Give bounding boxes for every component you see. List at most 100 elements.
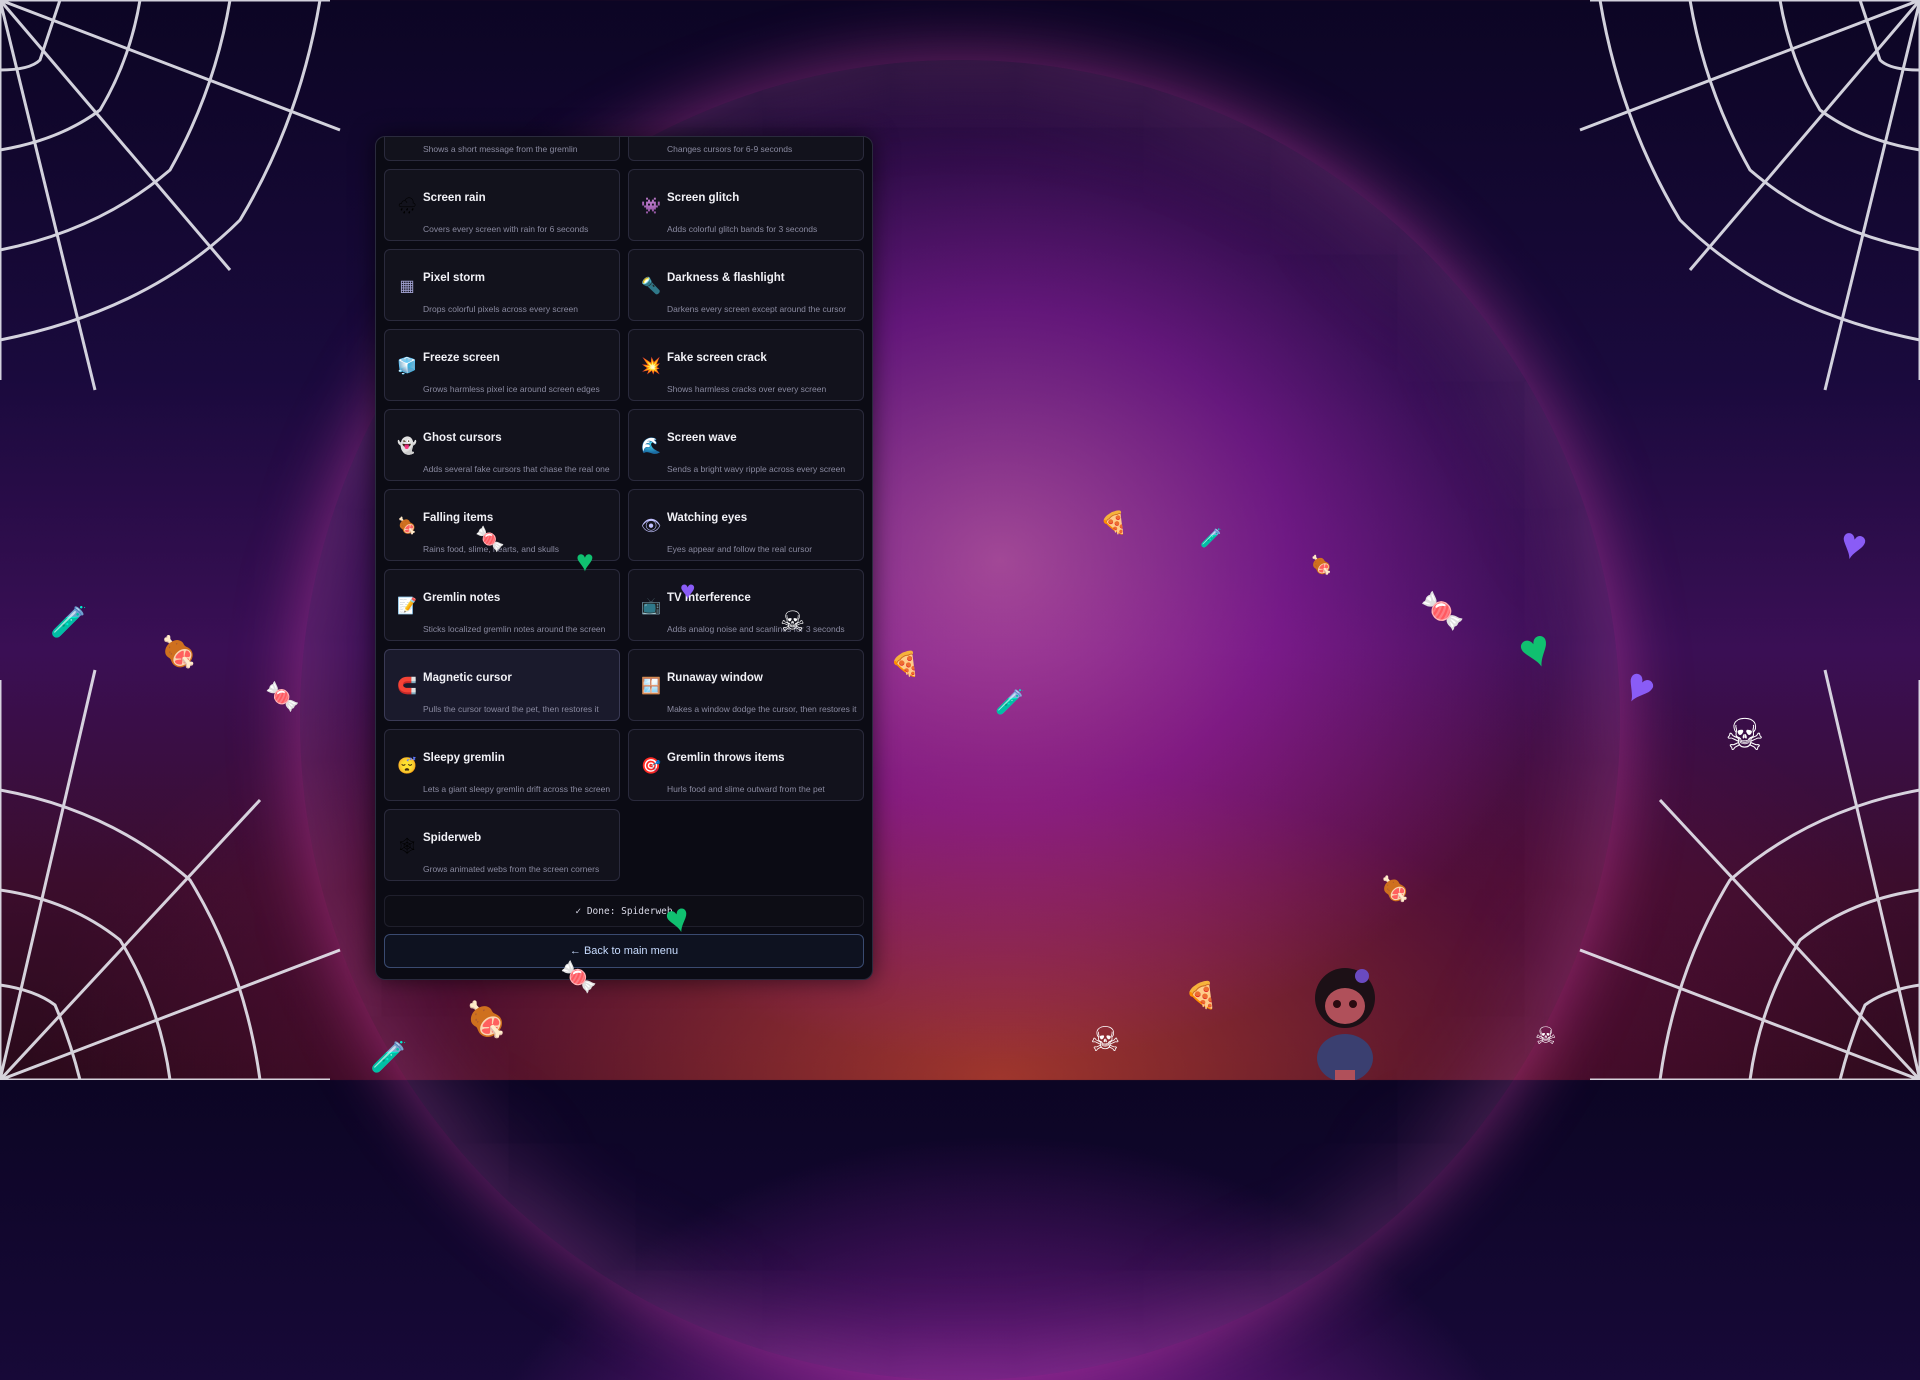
effect-title: TV interference [667,592,751,604]
effect-card-fake-screen-crack[interactable]: 💥 Fake screen crack Shows harmless crack… [628,329,864,401]
test-tube-icon: 🧪 [995,689,1025,716]
ghost-cursor-icon: 👻 [397,438,417,455]
eye-icon: 👁 [640,518,662,535]
magnet-icon: 🧲 [397,678,417,695]
effect-card-message[interactable]: Shows a short message from the gremlin [384,137,620,161]
gremlin-pet-avatar[interactable] [1300,940,1390,1080]
flashlight-icon: 🔦 [641,278,661,295]
effect-desc: Makes a window dodge the cursor, then re… [667,704,857,714]
effect-desc: Changes cursors for 6-9 seconds [667,144,793,154]
skull-icon: ☠ [1725,711,1765,760]
heart-icon: ♥ [1511,617,1560,683]
effect-desc: Drops colorful pixels across every scree… [423,304,578,314]
effect-title: Screen glitch [667,192,740,204]
effect-card-freeze-screen[interactable]: 🧊 Freeze screen Grows harmless pixel ice… [384,329,620,401]
effect-card-watching-eyes[interactable]: 👁 Watching eyes Eyes appear and follow t… [628,489,864,561]
effect-title: Pixel storm [423,272,485,284]
spiderweb-top-right [1579,0,1920,391]
spiderweb-bottom-left [0,669,341,1080]
effect-title: Screen wave [667,432,737,444]
effect-card-darkness-flashlight[interactable]: 🔦 Darkness & flashlight Darkens every sc… [628,249,864,321]
effect-title: Gremlin throws items [667,752,785,764]
sleepy-face-icon: 😴 [397,758,417,775]
effect-desc: Sticks localized gremlin notes around th… [423,624,606,634]
candy-icon: 🍬 [1420,590,1465,631]
effect-desc: Darkens every screen except around the c… [667,304,847,314]
effect-desc: Eyes appear and follow the real cursor [667,544,813,554]
effect-desc: Adds several fake cursors that chase the… [423,464,610,474]
status-message: ✓ Done: Spiderweb [384,895,864,927]
effect-card-screen-glitch[interactable]: 👾 Screen glitch Adds colorful glitch ban… [628,169,864,241]
effect-desc: Pulls the cursor toward the pet, then re… [423,704,599,714]
test-tube-icon: 🧪 [50,606,88,639]
skull-icon: ☠ [1090,1021,1121,1059]
effect-title: Darkness & flashlight [667,272,785,284]
effect-title: Ghost cursors [423,432,502,444]
effect-card-cursor-change[interactable]: Changes cursors for 6-9 seconds [628,137,864,161]
effect-title: Sleepy gremlin [423,752,505,764]
ice-cube-icon: 🧊 [397,358,417,375]
effect-card-pixel-storm[interactable]: ▦ Pixel storm Drops colorful pixels acro… [384,249,620,321]
effect-title: Spiderweb [423,832,482,844]
target-icon: 🎯 [641,758,661,775]
memo-icon: 📝 [397,598,417,615]
tv-icon: 📺 [641,598,661,615]
window-icon: 🪟 [641,678,661,695]
pizza-icon: 🍕 [890,651,920,678]
effect-title: Watching eyes [667,512,748,524]
effect-card-magnetic-cursor[interactable]: 🧲 Magnetic cursor Pulls the cursor towar… [384,649,620,721]
test-tube-icon: 🧪 [1200,528,1223,548]
meat-icon: 🍖 [465,1001,508,1039]
pizza-icon: 🍕 [1185,980,1218,1010]
effect-card-gremlin-throws-items[interactable]: 🎯 Gremlin throws items Hurls food and sl… [628,729,864,801]
effect-card-ghost-cursors[interactable]: 👻 Ghost cursors Adds several fake cursor… [384,409,620,481]
meat-icon: 🍖 [1380,876,1410,903]
meat-icon: 🍖 [1310,555,1333,575]
effect-desc: Covers every screen with rain for 6 seco… [423,224,589,234]
effect-title: Freeze screen [423,352,500,364]
effect-card-runaway-window[interactable]: 🪟 Runaway window Makes a window dodge th… [628,649,864,721]
effect-title: Fake screen crack [667,352,767,364]
pixel-grid-icon: ▦ [399,278,415,295]
spiderweb-bottom-right [1579,669,1920,1080]
effect-desc: Grows animated webs from the screen corn… [423,864,600,874]
effect-card-spiderweb[interactable]: 🕸 Spiderweb Grows animated webs from the… [384,809,620,881]
effect-title: Gremlin notes [423,592,501,604]
food-items-icon: 🍖 [397,518,417,535]
alien-monster-icon: 👾 [641,198,661,215]
effect-card-gremlin-notes[interactable]: 📝 Gremlin notes Sticks localized gremlin… [384,569,620,641]
effects-panel: Shows a short message from the gremlin C… [375,136,873,980]
effect-desc: Grows harmless pixel ice around screen e… [423,384,600,394]
effect-title: Runaway window [667,672,763,684]
effect-desc: Shows harmless cracks over every screen [667,384,827,394]
spiderweb-icon: 🕸 [396,838,418,855]
meat-icon: 🍖 [160,636,198,669]
effects-grid: Shows a short message from the gremlin C… [384,137,864,881]
collision-icon: 💥 [641,358,661,375]
effect-desc: Shows a short message from the gremlin [423,144,578,154]
effect-card-screen-rain[interactable]: 🌧 Screen rain Covers every screen with r… [384,169,620,241]
effect-desc: Hurls food and slime outward from the pe… [667,784,825,794]
effect-card-screen-wave[interactable]: 🌊 Screen wave Sends a bright wavy ripple… [628,409,864,481]
effect-desc: Rains food, slime, hearts, and skulls [423,544,560,554]
effect-card-falling-items[interactable]: 🍖 Falling items Rains food, slime, heart… [384,489,620,561]
candy-icon: 🍬 [265,681,300,712]
effect-card-sleepy-gremlin[interactable]: 😴 Sleepy gremlin Lets a giant sleepy gre… [384,729,620,801]
wave-icon: 🌊 [641,438,661,455]
test-tube-icon: 🧪 [370,1041,408,1074]
effect-desc: Sends a bright wavy ripple across every … [667,464,846,474]
rain-cloud-icon: 🌧 [396,198,418,215]
back-to-main-menu-button[interactable]: ← Back to main menu [384,934,864,968]
effect-title: Screen rain [423,192,486,204]
effect-desc: Adds colorful glitch bands for 3 seconds [667,224,818,234]
effect-desc: Adds analog noise and scanlines for 3 se… [667,624,845,634]
effect-title: Falling items [423,512,494,524]
effect-card-tv-interference[interactable]: 📺 TV interference Adds analog noise and … [628,569,864,641]
heart-icon: ♥ [1834,517,1873,572]
heart-icon: ♥ [1613,657,1665,718]
spiderweb-top-left [0,0,341,391]
skull-icon: ☠ [1535,1023,1557,1050]
pizza-icon: 🍕 [1100,510,1128,535]
effect-desc: Lets a giant sleepy gremlin drift across… [423,784,611,794]
effect-title: Magnetic cursor [423,672,512,684]
